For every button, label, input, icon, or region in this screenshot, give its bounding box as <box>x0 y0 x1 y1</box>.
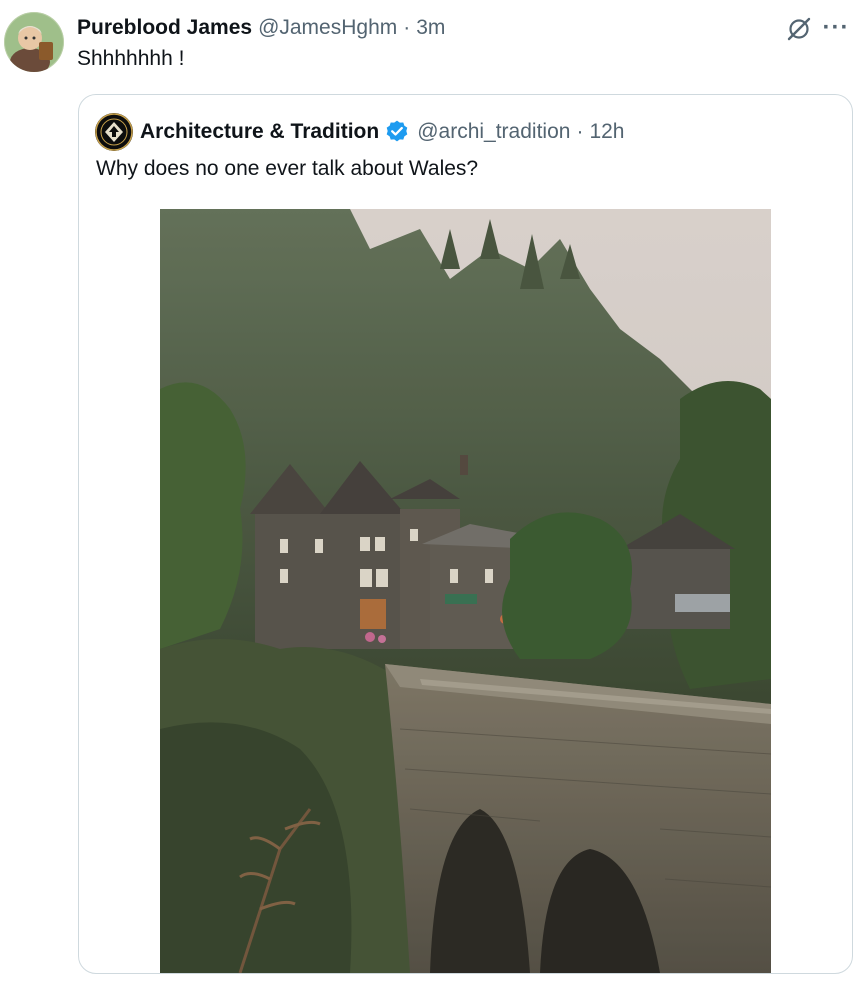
architecture-logo-icon <box>95 113 133 151</box>
separator-dot: · <box>576 120 584 143</box>
post-header: Pureblood James @JamesHghm · 3m <box>77 14 445 42</box>
grok-icon[interactable] <box>786 16 812 42</box>
stone-bridge-village-photo-icon <box>160 209 771 973</box>
quoted-author-handle[interactable]: @archi_tradition <box>417 120 570 144</box>
author-handle[interactable]: @JamesHghm <box>258 16 397 40</box>
cartoon-avatar-icon <box>4 12 64 72</box>
quoted-author-display-name[interactable]: Architecture & Tradition <box>140 120 379 144</box>
quoted-post-header: Architecture & Tradition @archi_traditio… <box>95 113 624 151</box>
quoted-post-card[interactable]: Architecture & Tradition @archi_traditio… <box>78 94 853 974</box>
quoted-post-text: Why does no one ever talk about Wales? <box>96 157 479 180</box>
quoted-post-timestamp[interactable]: 12h <box>589 120 624 144</box>
post-text: Shhhhhhh ! <box>77 47 185 70</box>
more-options-icon[interactable]: ··· <box>820 12 852 44</box>
separator-dot: · <box>403 16 411 39</box>
author-avatar[interactable] <box>4 12 64 72</box>
quoted-post-photo[interactable] <box>160 209 771 973</box>
author-display-name[interactable]: Pureblood James <box>77 16 252 40</box>
quoted-author-avatar[interactable] <box>95 113 133 151</box>
post-timestamp[interactable]: 3m <box>416 16 445 40</box>
verified-badge-icon <box>384 119 410 145</box>
